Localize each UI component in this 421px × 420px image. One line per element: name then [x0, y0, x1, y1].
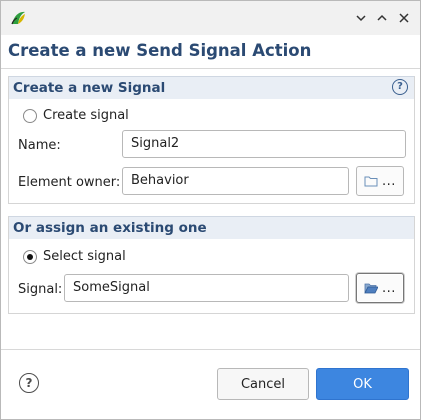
help-icon[interactable]: ? [392, 79, 408, 95]
existing-signal-group: Or assign an existing one Select signal … [8, 216, 415, 314]
close-icon [399, 13, 409, 23]
title-bar [1, 1, 420, 35]
select-signal-radio[interactable]: Select signal [23, 249, 126, 264]
owner-browse-dots: ... [382, 173, 396, 189]
chevron-up-icon [377, 14, 387, 21]
name-label: Name: [18, 138, 61, 153]
create-signal-radio-label: Create signal [43, 108, 129, 123]
element-owner-field[interactable]: Behavior [122, 167, 349, 195]
close-button[interactable] [396, 10, 412, 26]
existing-signal-group-title: Or assign an existing one [13, 220, 207, 236]
existing-signal-group-header: Or assign an existing one [9, 216, 414, 239]
create-signal-radio-button[interactable] [23, 108, 37, 123]
select-signal-radio-button[interactable] [23, 249, 37, 264]
signal-label: Signal: [18, 282, 63, 297]
dialog-window: Create a new Send Signal Action Create a… [0, 0, 421, 420]
minimize-button[interactable] [353, 10, 369, 26]
owner-browse-button[interactable]: ... [356, 166, 404, 196]
create-signal-group-title: Create a new Signal [13, 80, 166, 96]
help-icon[interactable]: ? [19, 373, 39, 393]
create-signal-group: Create a new Signal ? Create signal Name… [8, 76, 415, 204]
folder-icon [364, 176, 378, 187]
name-field[interactable]: Signal2 [122, 130, 406, 158]
dialog-title: Create a new Send Signal Action [8, 41, 312, 60]
create-signal-radio[interactable]: Create signal [23, 108, 129, 123]
footer-separator [1, 349, 420, 350]
element-owner-label: Element owner: [18, 175, 121, 190]
folder-open-icon [364, 283, 379, 294]
signal-field[interactable]: SomeSignal [64, 274, 349, 302]
maximize-button[interactable] [374, 10, 390, 26]
app-logo-icon [9, 9, 27, 27]
select-signal-radio-label: Select signal [43, 249, 126, 264]
ok-button[interactable]: OK [316, 368, 409, 400]
chevron-down-icon [356, 15, 366, 22]
signal-browse-dots: ... [382, 280, 396, 296]
title-separator [1, 68, 420, 69]
signal-browse-button[interactable]: ... [356, 273, 404, 303]
create-signal-group-header: Create a new Signal ? [9, 76, 414, 99]
cancel-button[interactable]: Cancel [217, 368, 309, 400]
